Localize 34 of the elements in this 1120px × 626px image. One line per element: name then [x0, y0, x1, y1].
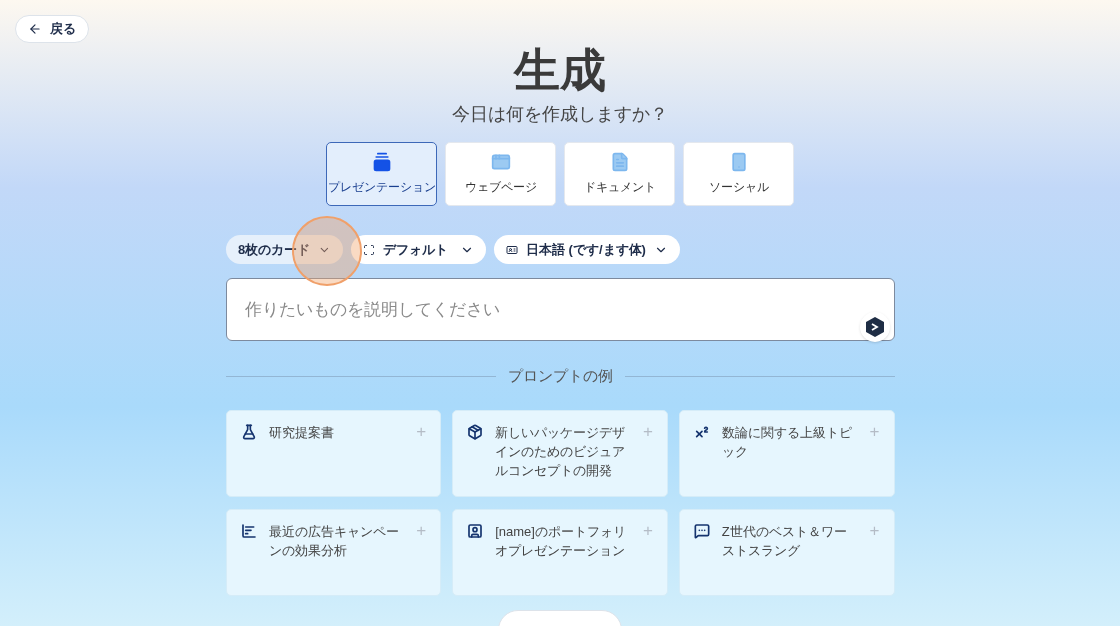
- example-card[interactable]: 研究提案書 +: [225, 409, 442, 497]
- example-card[interactable]: [name]のポートフォリオプレゼンテーション +: [452, 508, 668, 596]
- box-icon: [467, 423, 484, 440]
- format-tab[interactable]: プレゼンテーション: [326, 142, 437, 206]
- prompt-field[interactable]: 作りたいものを説明してください: [225, 278, 895, 341]
- example-card[interactable]: 最近の広告キャンペーンの効果分析 +: [225, 508, 442, 596]
- frame-icon: [363, 243, 375, 256]
- back-button[interactable]: 戻る: [15, 15, 89, 43]
- option-dropdown[interactable]: デフォルト: [351, 235, 486, 264]
- stack-icon: [371, 152, 392, 172]
- example-text: 数論に関する上級トピック: [721, 423, 853, 461]
- format-tab[interactable]: ソーシャル: [683, 142, 794, 206]
- format-tab[interactable]: ドキュメント: [564, 142, 675, 206]
- subtitle: 今日は何を作成しますか？: [452, 103, 668, 126]
- page-title: 生成: [514, 43, 606, 98]
- examples-heading: プロンプトの例: [507, 366, 613, 386]
- example-card[interactable]: Z世代のベスト＆ワーストスラング +: [678, 508, 895, 596]
- example-text: 新しいパッケージデザインのためのビジュアルコンセプトの開発: [495, 423, 627, 480]
- example-text: 研究提案書: [268, 423, 335, 442]
- example-text: Z世代のベスト＆ワーストスラング: [721, 522, 848, 560]
- option-dropdown[interactable]: 日本語 (です/ます体): [494, 235, 680, 264]
- example-card[interactable]: 数論に関する上級トピック +: [678, 409, 895, 497]
- bar-chart-icon: [240, 522, 257, 539]
- example-text: 最近の広告キャンペーンの効果分析: [268, 522, 400, 560]
- example-text: [name]のポートフォリオプレゼンテーション: [495, 522, 627, 560]
- format-tab[interactable]: ウェブページ: [445, 142, 556, 206]
- hexagon-arrow-icon: [865, 316, 885, 338]
- card-icon: [506, 243, 518, 256]
- superscript-icon: [693, 423, 710, 440]
- chat-icon: [693, 522, 710, 539]
- browser-window-icon: [490, 152, 511, 172]
- contact-icon: [467, 522, 484, 539]
- flask-icon: [240, 423, 257, 440]
- example-card[interactable]: 新しいパッケージデザインのためのビジュアルコンセプトの開発 +: [452, 409, 668, 497]
